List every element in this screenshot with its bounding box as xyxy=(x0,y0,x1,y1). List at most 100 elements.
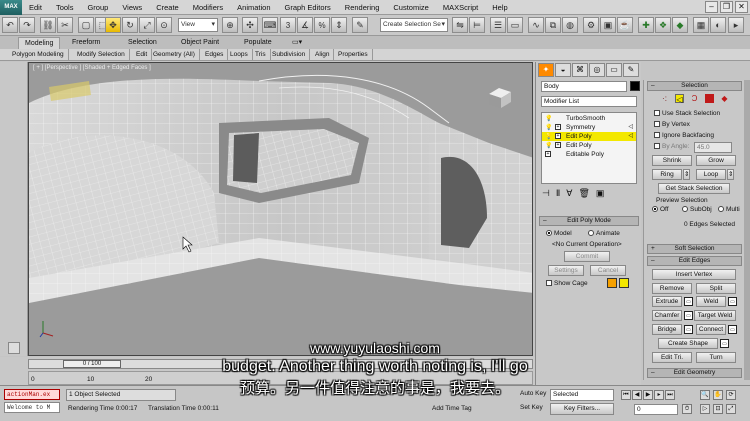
schematic-view-icon[interactable]: ⧉ xyxy=(545,17,561,33)
key-filters-button[interactable]: Key Filters... xyxy=(550,403,614,415)
polygon-mode-icon[interactable] xyxy=(705,94,714,103)
app-logo-icon[interactable]: MAX xyxy=(0,0,22,15)
percent-snap-icon[interactable]: % xyxy=(314,17,330,33)
modifier-stack[interactable]: 💡 TurboSmooth 💡 + Symmetry ◁ 💡 + Edit Po… xyxy=(541,112,637,184)
rollout-soft-selection[interactable]: + Soft Selection xyxy=(647,244,742,254)
menu-tools[interactable]: Tools xyxy=(49,0,81,15)
weld-button[interactable]: Weld xyxy=(696,296,726,307)
tool-icon[interactable]: ◐ xyxy=(710,17,726,33)
panel-properties[interactable]: Properties xyxy=(338,49,373,61)
cage-selected-color-swatch[interactable] xyxy=(619,278,629,288)
menu-views[interactable]: Views xyxy=(115,0,149,15)
select-manipulate-icon[interactable]: ✣ xyxy=(242,17,258,33)
cage-color-swatch[interactable] xyxy=(607,278,617,288)
make-unique-icon[interactable]: ∀ xyxy=(566,188,578,198)
shrink-button[interactable]: Shrink xyxy=(652,155,692,166)
configure-sets-icon[interactable]: ▣ xyxy=(596,188,611,198)
grow-button[interactable]: Grow xyxy=(696,155,736,166)
tab-populate[interactable]: Populate xyxy=(238,37,278,49)
redo-icon[interactable]: ↷ xyxy=(19,17,35,33)
get-stack-selection-button[interactable]: Get Stack Selection xyxy=(658,183,730,194)
create-tab-icon[interactable]: ✦ xyxy=(538,63,554,77)
split-button[interactable]: Split xyxy=(696,283,736,294)
bridge-settings-icon[interactable]: ▭ xyxy=(684,325,693,334)
select-object-icon[interactable]: ▢ xyxy=(78,17,94,33)
plugin-icon[interactable]: ✚ xyxy=(638,17,654,33)
menu-maxscript[interactable]: MAXScript xyxy=(436,0,485,15)
motion-tab-icon[interactable]: ◎ xyxy=(589,63,605,77)
current-frame-field[interactable]: 0 xyxy=(634,404,678,415)
panel-geometry-all[interactable]: Geometry (All) xyxy=(153,49,200,61)
link-icon[interactable]: ⛓ xyxy=(40,17,56,33)
zoom-extents-icon[interactable]: ⊡ xyxy=(713,404,723,414)
edge-mode-icon[interactable]: ◁ xyxy=(675,94,684,104)
menu-graph-editors[interactable]: Graph Editors xyxy=(278,0,338,15)
select-move-icon[interactable]: ✥ xyxy=(105,17,121,33)
extra-icon[interactable]: ▸ xyxy=(728,17,744,33)
expand-icon[interactable]: + xyxy=(555,142,561,148)
menu-rendering[interactable]: Rendering xyxy=(338,0,387,15)
angle-spinner[interactable]: 45.0 xyxy=(694,142,732,153)
stack-item-editable-poly[interactable]: + Editable Poly xyxy=(542,150,636,159)
show-end-result-icon[interactable]: Ⅱ xyxy=(556,188,566,198)
connect-button[interactable]: Connect xyxy=(696,324,726,335)
panel-tris[interactable]: Tris xyxy=(255,49,271,61)
by-vertex-checkbox[interactable]: By Vertex xyxy=(654,121,690,129)
menu-group[interactable]: Group xyxy=(80,0,115,15)
minimize-icon[interactable]: – xyxy=(705,1,718,13)
menu-edit[interactable]: Edit xyxy=(22,0,49,15)
menu-modifiers[interactable]: Modifiers xyxy=(186,0,230,15)
reference-coordinate-dropdown[interactable]: View xyxy=(178,18,218,32)
maximize-viewport-icon[interactable]: ⤢ xyxy=(726,404,736,414)
tab-selection[interactable]: Selection xyxy=(122,37,163,49)
radio-model[interactable]: Model xyxy=(546,230,572,238)
remove-button[interactable]: Remove xyxy=(652,283,692,294)
settings-button[interactable]: Settings xyxy=(548,265,584,276)
radio-animate[interactable]: Animate xyxy=(588,230,620,238)
perspective-viewport[interactable]: [ + ] [Perspective ] [Shaded + Edged Fac… xyxy=(28,62,533,356)
object-name-field[interactable]: Body xyxy=(541,81,627,92)
utilities-tab-icon[interactable]: ✎ xyxy=(623,63,639,77)
stack-item-symmetry[interactable]: 💡 + Symmetry ◁ xyxy=(542,123,636,132)
time-config-icon[interactable]: ⏱ xyxy=(682,404,692,414)
edit-named-selection-icon[interactable]: ✎ xyxy=(352,17,368,33)
menu-create[interactable]: Create xyxy=(149,0,186,15)
chamfer-button[interactable]: Chamfer xyxy=(652,310,682,321)
loop-button[interactable]: Loop xyxy=(696,169,726,180)
preview-off-radio[interactable]: Off xyxy=(652,206,669,214)
vertex-mode-icon[interactable]: ·: xyxy=(660,94,669,103)
ring-spinner-icon[interactable]: ⇕ xyxy=(683,169,690,180)
snaps-toggle-icon[interactable]: 3 xyxy=(280,17,296,33)
material-editor-icon[interactable]: ◍ xyxy=(562,17,578,33)
panel-subdivision[interactable]: Subdivision xyxy=(272,49,311,61)
menu-customize[interactable]: Customize xyxy=(386,0,435,15)
preview-multi-radio[interactable]: Multi xyxy=(718,206,740,214)
hierarchy-tab-icon[interactable]: ⌘ xyxy=(572,63,588,77)
panel-edges[interactable]: Edges xyxy=(205,49,229,61)
insert-vertex-button[interactable]: Insert Vertex xyxy=(652,269,736,280)
expand-icon[interactable]: + xyxy=(555,133,561,139)
spinner-snap-icon[interactable]: ⇕ xyxy=(331,17,347,33)
cancel-button[interactable]: Cancel xyxy=(590,265,626,276)
render-production-icon[interactable]: ☕ xyxy=(617,17,633,33)
panel-loops[interactable]: Loops xyxy=(230,49,253,61)
select-scale-icon[interactable]: ⤢ xyxy=(139,17,155,33)
ring-button[interactable]: Ring xyxy=(652,169,682,180)
show-cage-checkbox[interactable]: Show Cage xyxy=(546,280,588,288)
extrude-button[interactable]: Extrude xyxy=(652,296,682,307)
curve-editor-icon[interactable]: ∿ xyxy=(528,17,544,33)
snap-icon[interactable]: ⊙ xyxy=(156,17,172,33)
panel-polygon-modeling[interactable]: Polygon Modeling xyxy=(12,49,69,61)
maxscript-input-mini[interactable]: Welcome to M xyxy=(4,402,60,413)
modifier-list-dropdown[interactable]: Modifier List xyxy=(541,96,637,107)
commit-button[interactable]: Commit xyxy=(564,251,610,262)
element-mode-icon[interactable]: ◆ xyxy=(720,94,729,103)
display-tab-icon[interactable]: ▭ xyxy=(606,63,622,77)
object-color-swatch[interactable] xyxy=(630,81,640,91)
unlink-icon[interactable]: ✂ xyxy=(57,17,73,33)
use-stack-selection-checkbox[interactable]: Use Stack Selection xyxy=(654,110,720,118)
tab-freeform[interactable]: Freeform xyxy=(66,37,106,49)
layer-manager-icon[interactable]: ☰ xyxy=(490,17,506,33)
tab-object-paint[interactable]: Object Paint xyxy=(175,37,225,49)
rendered-frame-icon[interactable]: ▣ xyxy=(600,17,616,33)
